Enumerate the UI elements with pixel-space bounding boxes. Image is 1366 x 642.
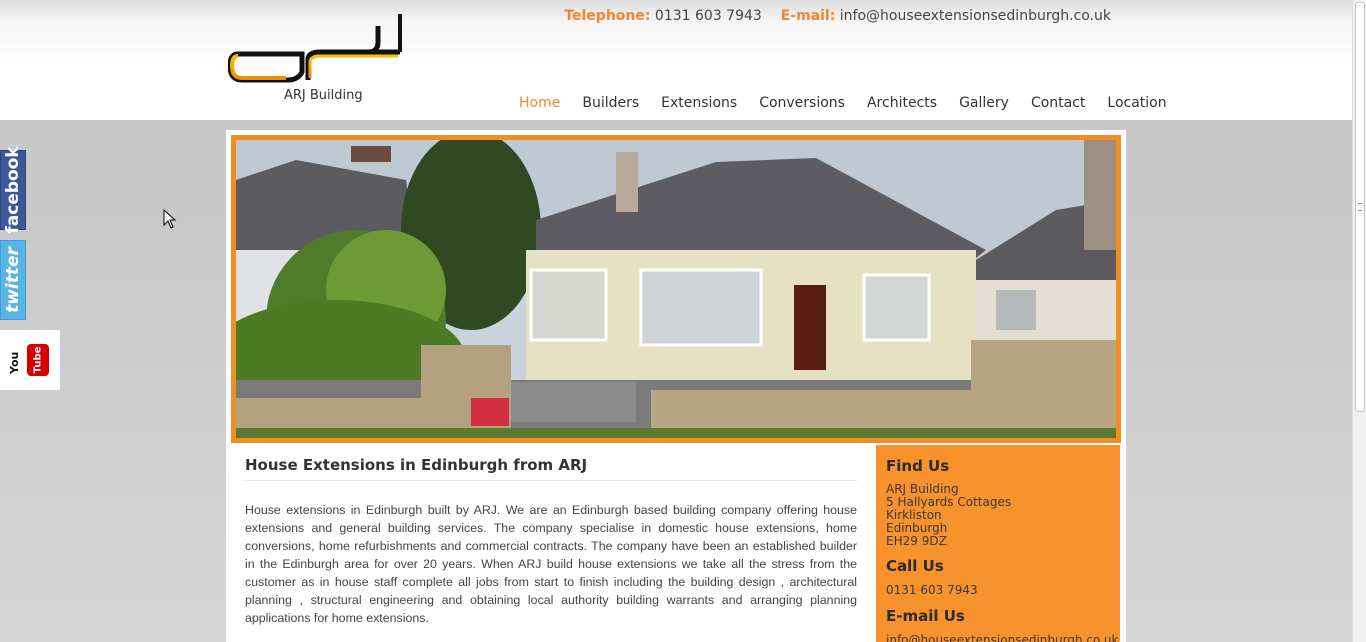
email-us-title: E-mail Us	[886, 607, 965, 625]
nav-location[interactable]: Location	[1096, 95, 1177, 111]
nav-extensions[interactable]: Extensions	[650, 95, 748, 111]
telephone-number: 0131 603 7943	[654, 8, 762, 24]
sidebar-phone: 0131 603 7943	[886, 583, 978, 597]
youtube-tab[interactable]: You Tube	[0, 330, 60, 390]
article: House Extensions in Edinburgh from ARJ H…	[245, 456, 857, 627]
nav-contact[interactable]: Contact	[1020, 95, 1096, 111]
twitter-tab[interactable]: twitter	[0, 240, 26, 320]
page-scrollbar[interactable]	[1352, 0, 1366, 642]
twitter-icon: twitter	[3, 247, 23, 313]
address-line: EH29 9DZ	[886, 534, 947, 548]
site-header: ARJ Building Telephone: 0131 603 7943 E-…	[0, 0, 1352, 120]
youtube-logo-box: Tube	[27, 344, 49, 376]
main-content-panel: House Extensions in Edinburgh from ARJ H…	[206, 130, 1126, 642]
mouse-cursor-icon	[163, 209, 177, 229]
nav-builders[interactable]: Builders	[571, 95, 650, 111]
youtube-icon: You	[8, 351, 21, 374]
nav-gallery[interactable]: Gallery	[948, 95, 1020, 111]
nav-home[interactable]: Home	[508, 95, 571, 111]
hero-house-image	[206, 130, 1116, 438]
header-contact: Telephone: 0131 603 7943 E-mail: info@ho…	[564, 8, 1111, 24]
nav-architects[interactable]: Architects	[856, 95, 948, 111]
address-block: ARJ Building 5 Hallyards Cottages Kirkli…	[886, 483, 1110, 548]
email-label: E-mail:	[780, 8, 836, 24]
sidebar-email[interactable]: info@houseextensionsedinburgh.co.uk	[886, 633, 1118, 642]
hero-frame	[206, 130, 1121, 443]
facebook-icon: facebook	[3, 146, 23, 234]
nav-conversions[interactable]: Conversions	[748, 95, 856, 111]
facebook-tab[interactable]: facebook	[0, 146, 26, 234]
scrollbar-thumb[interactable]	[1355, 2, 1365, 412]
brand-name: ARJ Building	[284, 88, 363, 103]
main-nav: Home Builders Extensions Conversions Arc…	[508, 95, 1178, 111]
telephone-label: Telephone:	[564, 8, 651, 24]
article-body: House extensions in Edinburgh built by A…	[245, 503, 857, 625]
find-us-title: Find Us	[886, 457, 950, 475]
email-address[interactable]: info@houseextensionsedinburgh.co.uk	[840, 8, 1111, 24]
contact-sidebar: Find Us ARJ Building 5 Hallyards Cottage…	[876, 445, 1120, 642]
call-us-title: Call Us	[886, 557, 944, 575]
article-title: House Extensions in Edinburgh from ARJ	[245, 456, 857, 481]
